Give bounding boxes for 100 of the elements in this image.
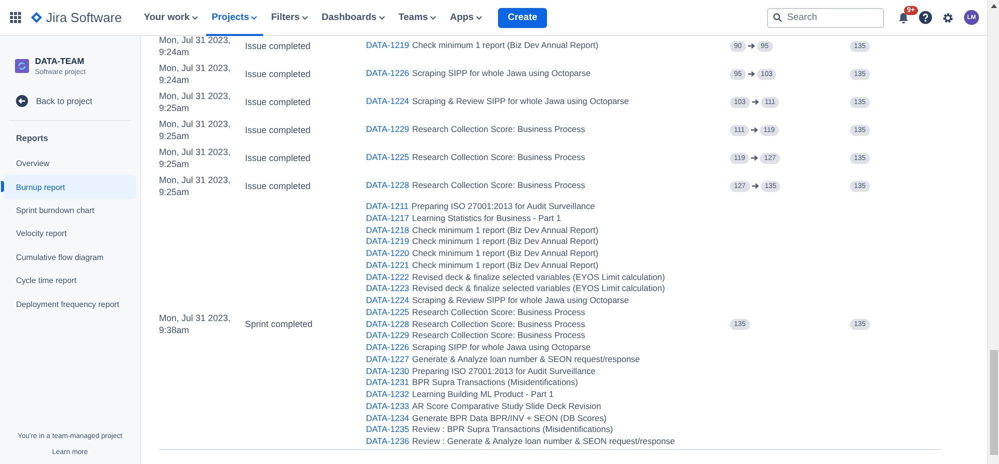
issue-summary: Generate BPR Data BPR/INV + SEON (DB Scores) [412, 412, 607, 424]
issue-link[interactable]: DATA-1229 [366, 330, 410, 342]
chevron-down-icon [430, 16, 436, 20]
arrow-right-icon [750, 127, 758, 133]
issue-link[interactable]: DATA-1225 [366, 152, 410, 164]
search-field[interactable]: Search [767, 8, 884, 28]
issue-link[interactable]: DATA-1229 [366, 124, 410, 136]
issue-summary: Research Collection Score: Business Process [412, 124, 586, 136]
section-heading: Reports [15, 132, 50, 145]
nav-menu[interactable]: Dashboards [316, 0, 391, 36]
issue-link[interactable]: DATA-1217 [366, 212, 410, 224]
create-button[interactable]: Create [498, 8, 548, 28]
issue-link[interactable]: DATA-1222 [366, 272, 410, 284]
event-cell-text: Issue completed [245, 124, 312, 136]
logo-icon [31, 12, 42, 23]
issue-summary: Review : BPR Supra Transactions (Misidentifications) [412, 424, 613, 436]
issue-link[interactable]: DATA-1230 [366, 366, 410, 378]
issue-summary: Preparing ISO 27001:2013 for Audit Surveillance [412, 201, 595, 213]
sidebar-item[interactable]: Cycle time report [4, 268, 136, 292]
event-cell-text: Issue completed [245, 40, 312, 52]
sidebar-item[interactable]: Velocity report [4, 222, 136, 246]
issue-link[interactable]: DATA-1228 [366, 318, 410, 330]
back-link[interactable]: Back to project [4, 92, 136, 110]
issue-summary: Scraping SIPP for whole Jawa using Octoparse [412, 68, 591, 80]
chevron-down-icon [476, 16, 482, 20]
project-name: DATA-TEAM [35, 56, 86, 66]
arrow-right-icon [748, 71, 755, 77]
issue-link[interactable]: DATA-1218 [366, 224, 410, 236]
issue-link[interactable]: DATA-1221 [366, 260, 410, 272]
issue-link[interactable]: DATA-1223 [366, 283, 410, 295]
arrow-right-icon [752, 183, 759, 189]
issue-summary: Research Collection Score: Business Process [412, 152, 586, 164]
sidebar-item[interactable]: Burnup report [4, 175, 136, 199]
issue-link[interactable]: DATA-1231 [366, 377, 410, 389]
issue-link[interactable]: DATA-1235 [366, 424, 410, 436]
issue-link[interactable]: DATA-1226 [366, 68, 410, 80]
date-cell-text: Mon, Jul 31 2023, 9:25am [159, 90, 232, 114]
issue-link[interactable]: DATA-1225 [366, 306, 410, 318]
nav-menu[interactable]: Teams [392, 0, 442, 36]
notifications-button[interactable] [898, 12, 909, 24]
help-button[interactable] [919, 11, 932, 24]
issue-summary: Scraping SIPP for whole Jawa using Octoparse [412, 342, 591, 354]
settings-button[interactable] [942, 12, 954, 24]
issue-link[interactable]: DATA-1219 [366, 40, 410, 52]
issue-summary: Check minimum 1 report (Biz Dev Annual Report) [412, 248, 598, 260]
issue-summary: Scraping & Review SIPP for whole Jawa using Octoparse [412, 295, 629, 307]
scroll-up-icon [990, 4, 996, 8]
scrollbar[interactable] [987, 0, 999, 464]
issue-link[interactable]: DATA-1219 [366, 236, 410, 248]
arrow-right-icon [748, 43, 755, 49]
issue-summary: Research Collection Score: Business Process [412, 330, 586, 342]
issue-summary: Scraping & Review SIPP for whole Jawa using Octoparse [412, 96, 629, 108]
issue-summary: Research Collection Score: Business Process [412, 318, 586, 330]
nav-menu[interactable]: Apps [444, 0, 488, 36]
app-switcher-icon[interactable] [10, 12, 21, 23]
bell-icon [898, 12, 909, 24]
issue-summary: Check minimum 1 report (Biz Dev Annual Report) [412, 224, 598, 236]
nav-menu[interactable]: Filters [265, 0, 314, 36]
sidebar-item[interactable]: Sprint burndown chart [4, 198, 136, 222]
chevron-down-icon [251, 16, 258, 20]
nav-menu[interactable]: Projects [206, 0, 264, 36]
issue-summary: Preparing ISO 27001:2013 for Audit Surveillance [412, 366, 596, 378]
help-icon [919, 11, 932, 24]
issue-summary: BPR Supra Transactions (Misidentifications) [412, 377, 578, 389]
issue-summary: Learning Building ML Product - Part 1 [412, 389, 554, 401]
chevron-down-icon [302, 16, 308, 20]
issue-link[interactable]: DATA-1226 [366, 342, 410, 354]
issue-link[interactable]: DATA-1224 [366, 295, 410, 307]
nav-menu[interactable]: Your work [138, 0, 204, 36]
scrollbar-thumb[interactable] [990, 350, 998, 455]
settings-icon [942, 12, 954, 24]
product-name[interactable]: Jira Software [46, 10, 122, 25]
issue-link[interactable]: DATA-1228 [366, 180, 410, 192]
sidebar-item[interactable]: Cumulative flow diagram [4, 246, 136, 269]
issue-summary: Learning Statistics for Business - Part 1 [412, 212, 561, 224]
event-cell-text: Issue completed [245, 152, 312, 164]
date-cell-text: Mon, Jul 31 2023, 9:24am [159, 36, 232, 58]
arrow-right-icon [752, 99, 759, 105]
issue-link[interactable]: DATA-1236 [366, 436, 410, 448]
issue-link[interactable]: DATA-1211 [366, 201, 409, 213]
issue-link[interactable]: DATA-1224 [366, 96, 410, 108]
issue-link[interactable]: DATA-1220 [366, 248, 410, 260]
issue-summary: Research Collection Score: Business Process [412, 180, 586, 192]
issue-link[interactable]: DATA-1234 [366, 412, 410, 424]
event-cell-text: Issue completed [245, 180, 312, 192]
issue-summary: Revised deck & finalize selected variables (EYOS Limit calculation) [412, 272, 665, 284]
issue-summary: Review : Generate & Analyze loan number & SEON request/response [412, 436, 675, 448]
event-cell-text: Issue completed [245, 68, 312, 80]
issue-summary: AR Score Comparative Study Slide Deck Revision [412, 400, 602, 412]
issue-link[interactable]: DATA-1233 [366, 400, 410, 412]
event-cell-text: Sprint completed [245, 318, 314, 330]
issue-summary: Generate & Analyze loan number & SEON request/response [412, 354, 640, 366]
sidebar-item[interactable]: Overview [4, 152, 136, 176]
issue-summary: Revised deck & finalize selected variables (EYOS Limit calculation) [412, 283, 665, 295]
date-cell-text: Mon, Jul 31 2023, 9:38am [159, 312, 232, 336]
issue-link[interactable]: DATA-1232 [366, 389, 410, 401]
sidebar-item[interactable]: Deployment frequency report [4, 292, 136, 316]
issue-summary: Check minimum 1 report (Biz Dev Annual Report) [412, 236, 598, 248]
back-arrow-icon [16, 95, 28, 107]
issue-link[interactable]: DATA-1227 [366, 354, 410, 366]
